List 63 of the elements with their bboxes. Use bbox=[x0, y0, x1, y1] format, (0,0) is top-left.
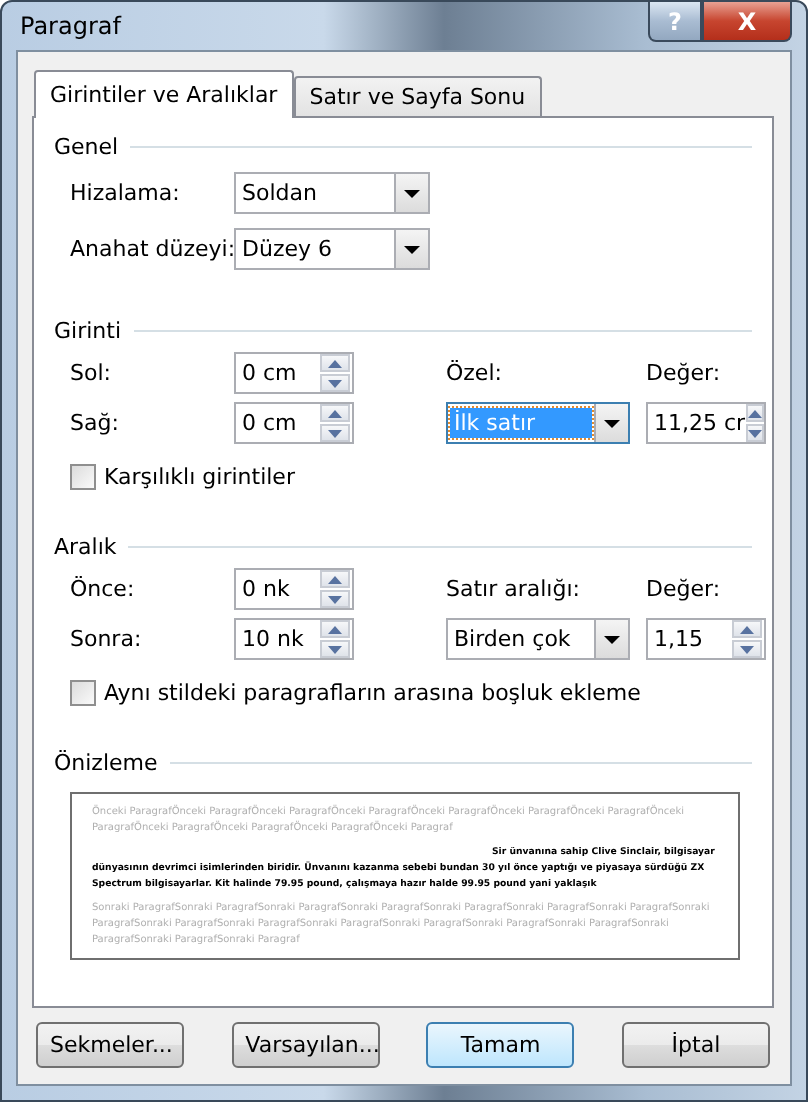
spin-down-button[interactable] bbox=[732, 640, 762, 658]
spin-field[interactable]: 0 cm bbox=[234, 352, 354, 394]
spin-field[interactable]: 11,25 cr bbox=[646, 402, 766, 444]
spin-field[interactable]: 10 nk bbox=[234, 618, 354, 660]
up-arrow-icon bbox=[747, 409, 762, 417]
spin-down-button[interactable] bbox=[320, 424, 350, 442]
down-arrow-icon bbox=[328, 379, 342, 387]
caret-icon bbox=[604, 419, 620, 427]
caret-icon bbox=[604, 635, 620, 643]
field-label: Sağ: bbox=[70, 410, 121, 436]
down-arrow-icon bbox=[740, 645, 754, 653]
group-title: Genel bbox=[54, 133, 119, 159]
group-title: Girinti bbox=[54, 317, 121, 343]
spin-down-button[interactable] bbox=[320, 590, 350, 608]
tab[interactable]: Satır ve Sayfa Sonu bbox=[293, 76, 542, 116]
field-label: Sol: bbox=[70, 360, 113, 386]
spin-up-button[interactable] bbox=[320, 354, 350, 372]
down-arrow-icon bbox=[328, 429, 342, 437]
field-label: Satır aralığı: bbox=[446, 576, 582, 602]
dropdown-field[interactable]: Düzey 6 bbox=[234, 228, 430, 270]
checkbox-label: Aynı stildeki paragrafların arasına boşluk ekleme bbox=[104, 679, 641, 705]
spin-up-button[interactable] bbox=[320, 404, 350, 422]
spin-field[interactable]: 0 cm bbox=[234, 402, 354, 444]
spin-down-button[interactable] bbox=[320, 374, 350, 392]
dialog-button[interactable]: Tamam bbox=[426, 1022, 575, 1068]
field-label: Değer: bbox=[646, 360, 723, 386]
group-title: Önizleme bbox=[54, 749, 158, 775]
dialog-button[interactable]: İptal bbox=[621, 1022, 770, 1068]
field-label: Özel: bbox=[446, 360, 504, 386]
dialog-button[interactable]: Sekmeler... bbox=[36, 1022, 184, 1068]
down-arrow-icon bbox=[328, 645, 342, 653]
checkbox-label: Karşılıklı girintiler bbox=[104, 463, 295, 489]
spin-down-button[interactable] bbox=[745, 424, 764, 442]
caret-icon bbox=[404, 245, 420, 253]
dropdown-field[interactable]: Birden çok bbox=[446, 618, 630, 660]
field-label: Sonra: bbox=[70, 626, 144, 652]
up-arrow-icon bbox=[328, 575, 342, 583]
checkbox[interactable] bbox=[70, 463, 96, 489]
field-label: Değer: bbox=[646, 576, 723, 602]
up-arrow-icon bbox=[328, 359, 342, 367]
checkbox[interactable] bbox=[70, 679, 96, 705]
field-label: Anahat düzeyi: bbox=[70, 236, 234, 262]
spin-field[interactable]: 0 nk bbox=[234, 568, 354, 610]
spin-up-button[interactable] bbox=[320, 620, 350, 638]
dropdown-field[interactable]: Soldan bbox=[234, 172, 430, 214]
spin-up-button[interactable] bbox=[745, 404, 764, 422]
caret-icon bbox=[404, 189, 420, 197]
field-label: Hizalama: bbox=[70, 180, 182, 206]
dialog-button[interactable]: Varsayılan... bbox=[231, 1022, 380, 1068]
spin-field[interactable]: 1,15 bbox=[646, 618, 766, 660]
down-arrow-icon bbox=[328, 595, 342, 603]
spin-up-button[interactable] bbox=[732, 620, 762, 638]
field-label: Önce: bbox=[70, 576, 137, 602]
spin-up-button[interactable] bbox=[320, 570, 350, 588]
window-title: Paragraf bbox=[20, 12, 121, 40]
close-button[interactable]: X bbox=[702, 2, 792, 42]
group-title: Aralık bbox=[54, 533, 117, 559]
tab[interactable]: Girintiler ve Aralıklar bbox=[34, 70, 294, 118]
up-arrow-icon bbox=[328, 625, 342, 633]
up-arrow-icon bbox=[740, 625, 754, 633]
down-arrow-icon bbox=[747, 429, 762, 437]
up-arrow-icon bbox=[328, 409, 342, 417]
spin-down-button[interactable] bbox=[320, 640, 350, 658]
